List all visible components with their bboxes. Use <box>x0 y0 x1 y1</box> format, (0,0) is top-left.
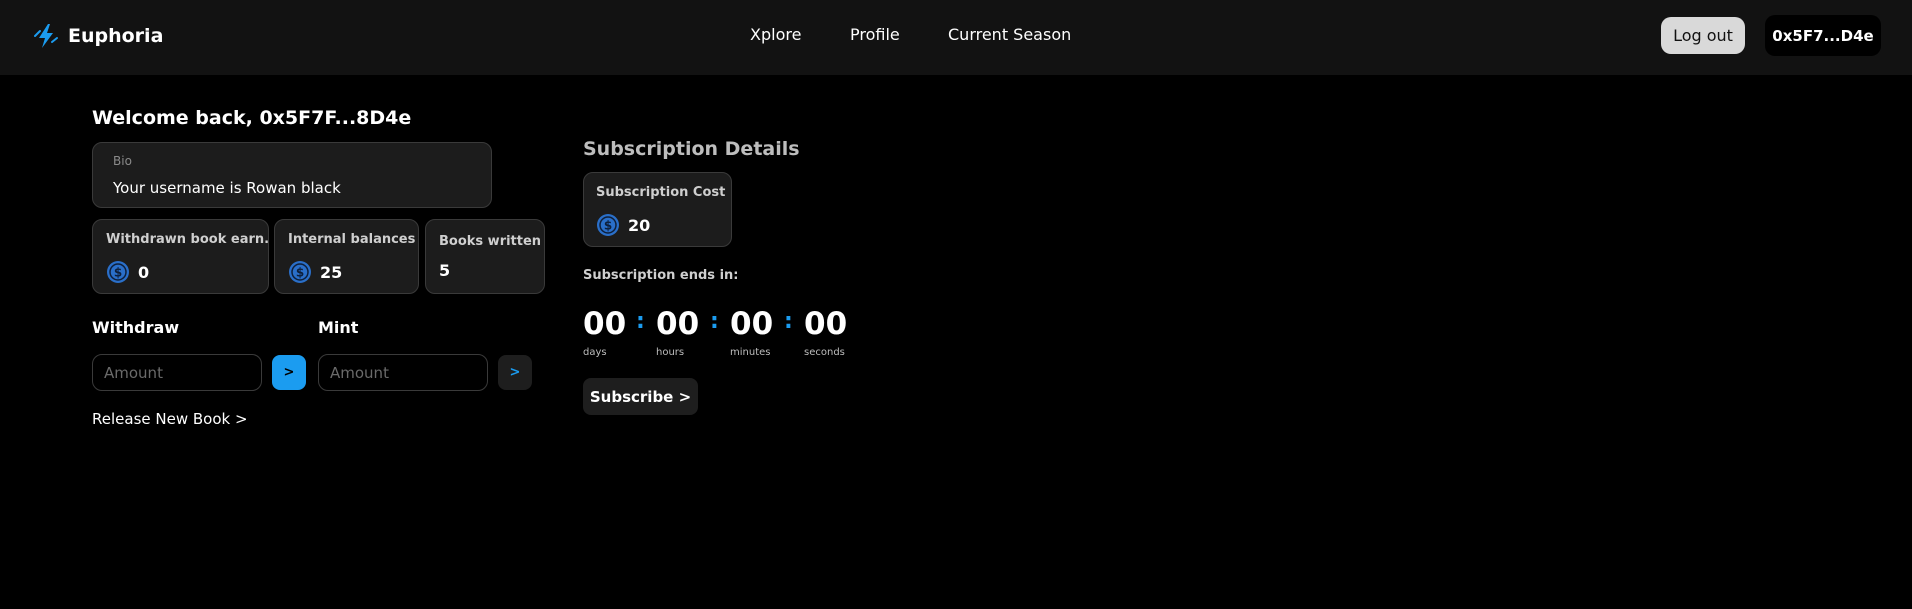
mint-label: Mint <box>318 318 359 337</box>
bio-card: Bio Your username is Rowan black <box>92 142 492 208</box>
wallet-address-button[interactable]: 0x5F7...D4e <box>1765 15 1881 56</box>
svg-text:$: $ <box>114 266 122 280</box>
stat-value: 25 <box>320 262 343 282</box>
top-navbar: Euphoria Xplore Profile Current Season L… <box>0 0 1912 75</box>
stat-card-withdrawn-earnings: Withdrawn book earn. $ 0 <box>92 219 269 294</box>
welcome-heading: Welcome back, 0x5F7F...8D4e <box>92 107 412 129</box>
stat-label: Internal balances <box>288 232 416 247</box>
subscription-cost-value: 20 <box>628 215 651 235</box>
countdown-unit: seconds <box>804 347 845 358</box>
countdown-separator: : <box>784 309 793 334</box>
countdown-hours: 00 hours <box>656 305 702 358</box>
stat-value-row: 5 <box>439 261 450 280</box>
stat-value: 0 <box>138 262 150 282</box>
subscription-title: Subscription Details <box>583 138 800 160</box>
lightning-bolt-icon <box>34 24 58 48</box>
nav-current-season[interactable]: Current Season <box>948 25 1071 44</box>
withdraw-amount-input[interactable] <box>92 354 262 391</box>
mint-submit-button[interactable]: > <box>498 355 532 390</box>
subscription-cost-row: $ 20 <box>596 213 650 237</box>
stat-label: Books written <box>439 234 542 249</box>
subscription-cost-card: Subscription Cost $ 20 <box>583 172 732 247</box>
brand-logo[interactable]: Euphoria <box>32 22 163 50</box>
nav-profile[interactable]: Profile <box>850 25 900 44</box>
usdc-coin-icon: $ <box>289 261 311 283</box>
logout-button[interactable]: Log out <box>1661 17 1745 54</box>
stat-value-row: $ 25 <box>288 260 342 284</box>
withdraw-label: Withdraw <box>92 318 180 337</box>
svg-text:$: $ <box>604 219 612 233</box>
countdown-unit: minutes <box>730 347 771 358</box>
countdown-separator: : <box>710 309 719 334</box>
stat-value: 5 <box>439 261 451 280</box>
subscription-cost-label: Subscription Cost <box>596 185 726 200</box>
brand-name: Euphoria <box>68 25 164 47</box>
nav-xplore[interactable]: Xplore <box>750 25 801 44</box>
stat-card-books-written: Books written 5 <box>425 219 545 294</box>
stat-label: Withdrawn book earn. <box>106 232 270 247</box>
countdown-days: 00 days <box>583 305 629 358</box>
subscribe-button[interactable]: Subscribe > <box>583 378 698 415</box>
release-new-book-link[interactable]: Release New Book > <box>92 410 248 428</box>
countdown-seconds: 00 seconds <box>804 305 850 358</box>
countdown-value: 00 <box>730 306 774 342</box>
countdown-minutes: 00 minutes <box>730 305 776 358</box>
countdown-value: 00 <box>804 306 848 342</box>
stat-card-internal-balances: Internal balances $ 25 <box>274 219 419 294</box>
usdc-coin-icon: $ <box>107 261 129 283</box>
mint-amount-input[interactable] <box>318 354 488 391</box>
countdown-unit: hours <box>656 347 685 358</box>
countdown-value: 00 <box>656 306 700 342</box>
countdown-separator: : <box>636 309 645 334</box>
bio-text: Your username is Rowan black <box>113 179 341 197</box>
svg-text:$: $ <box>296 266 304 280</box>
usdc-coin-icon: $ <box>597 214 619 236</box>
bio-label: Bio <box>113 154 132 168</box>
countdown-unit: days <box>583 347 607 358</box>
subscription-ends-label: Subscription ends in: <box>583 268 739 283</box>
stat-value-row: $ 0 <box>106 260 149 284</box>
countdown-value: 00 <box>583 306 627 342</box>
withdraw-submit-button[interactable]: > <box>272 355 306 390</box>
